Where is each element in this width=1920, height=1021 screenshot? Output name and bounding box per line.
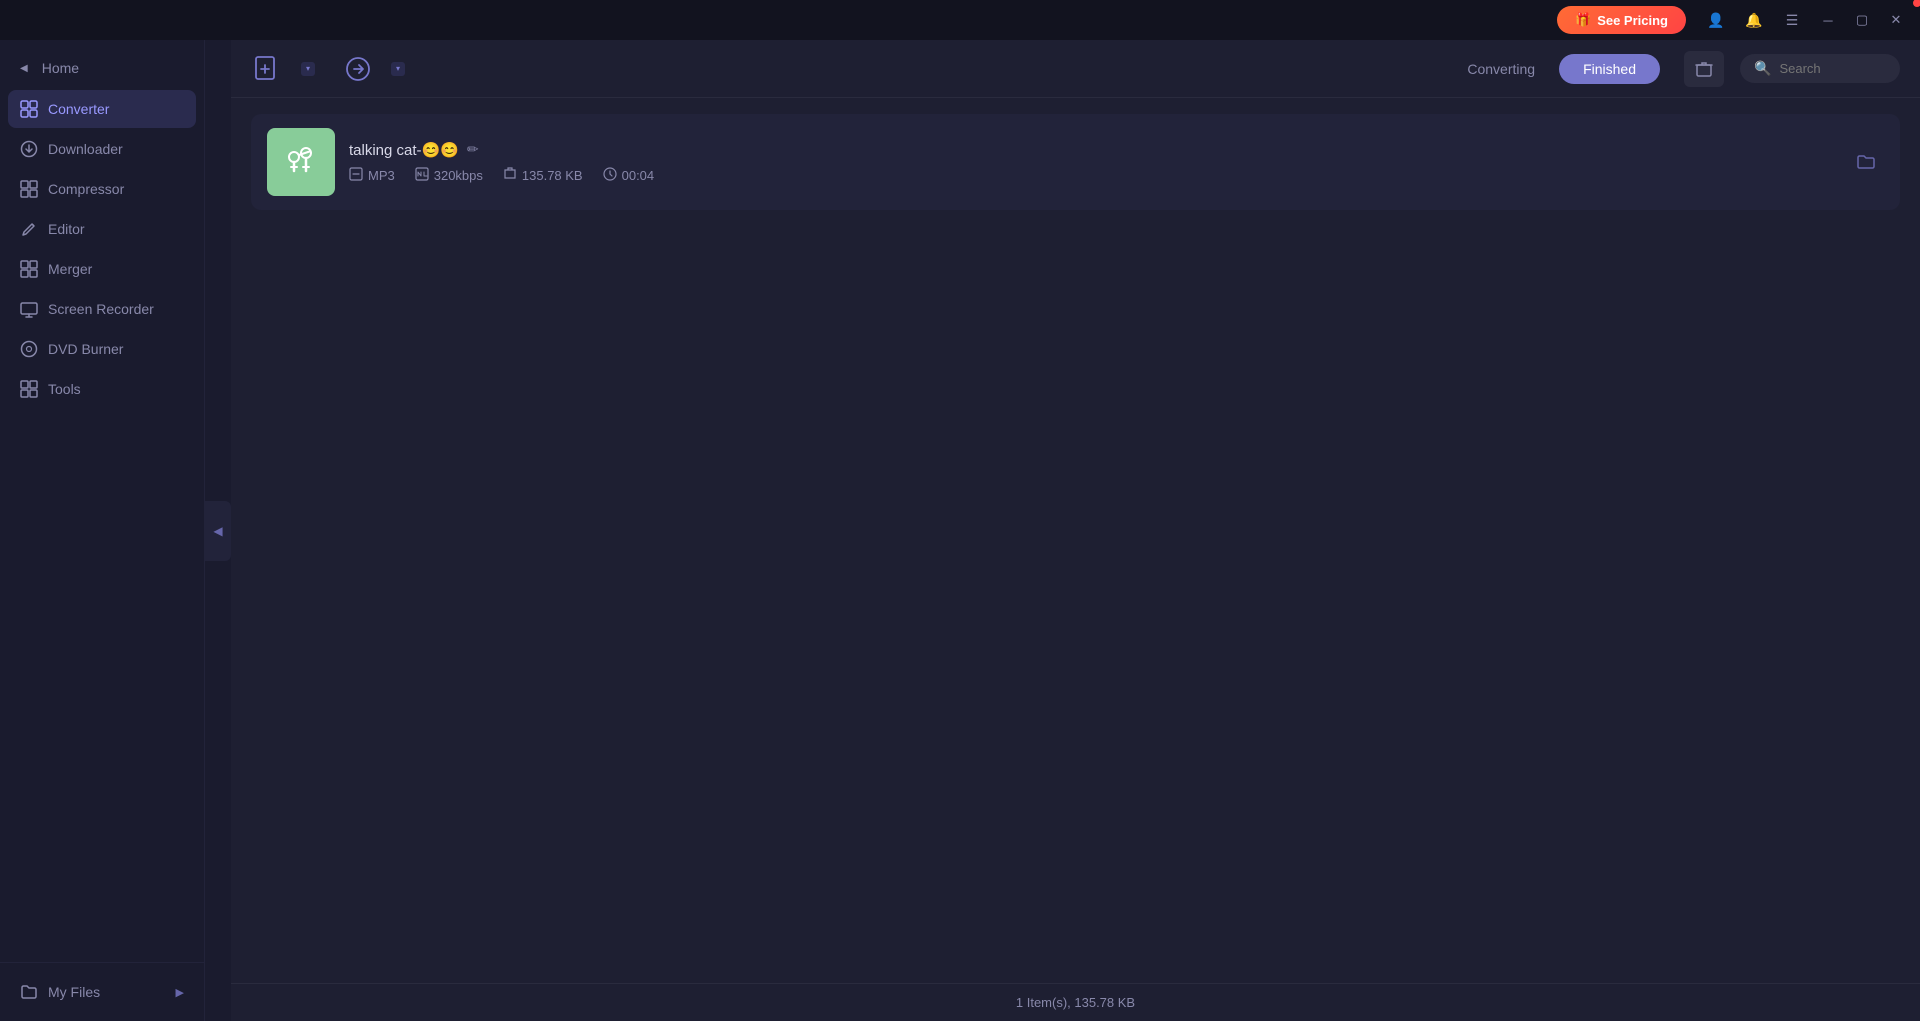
avatar-icon: 👤	[1707, 12, 1724, 29]
bitrate-value: 320kbps	[434, 168, 483, 183]
sidebar-item-screen-recorder[interactable]: Screen Recorder	[8, 290, 196, 328]
status-bar: 1 Item(s), 135.78 KB	[231, 983, 1920, 1021]
status-text: 1 Item(s), 135.78 KB	[1016, 995, 1135, 1010]
screen-recorder-label: Screen Recorder	[48, 301, 154, 317]
sidebar-item-downloader[interactable]: Downloader	[8, 130, 196, 168]
editor-label: Editor	[48, 221, 85, 237]
see-pricing-button[interactable]: 🎁 See Pricing	[1557, 6, 1686, 34]
content-header: ▾ ▾ Converting Finished	[231, 40, 1920, 98]
format-value: MP3	[368, 168, 395, 183]
merger-label: Merger	[48, 261, 92, 277]
user-avatar[interactable]: 👤	[1702, 6, 1730, 34]
my-files-item[interactable]: My Files ▶	[8, 973, 196, 1011]
sidebar-item-converter[interactable]: Converter	[8, 90, 196, 128]
title-bar: 🎁 See Pricing 👤 🔔 ☰ ─ ▢ ✕	[0, 0, 1920, 40]
editor-icon	[20, 220, 38, 238]
tools-label: Tools	[48, 381, 81, 397]
tab-group: Converting Finished	[1443, 54, 1660, 84]
dvd-burner-icon	[20, 340, 38, 358]
menu-icon[interactable]: ☰	[1778, 6, 1806, 34]
my-files-icon	[20, 983, 38, 1001]
tools-icon	[20, 380, 38, 398]
sidebar-item-compressor[interactable]: Compressor	[8, 170, 196, 208]
downloader-label: Downloader	[48, 141, 123, 157]
my-files-label: My Files	[48, 984, 100, 1000]
clear-button[interactable]	[1684, 51, 1724, 87]
maximize-button[interactable]: ▢	[1850, 8, 1874, 32]
file-meta: MP3 320kbps	[349, 167, 1834, 184]
converting-tab[interactable]: Converting	[1443, 54, 1559, 84]
gift-icon: 🎁	[1575, 12, 1591, 28]
sidebar-item-editor[interactable]: Editor	[8, 210, 196, 248]
convert-button[interactable]	[341, 52, 375, 86]
my-files-left: My Files	[20, 983, 100, 1001]
duration-value: 00:04	[622, 168, 655, 183]
size-value: 135.78 KB	[522, 168, 583, 183]
sidebar-item-merger[interactable]: Merger	[8, 250, 196, 288]
notification-dot	[1913, 0, 1920, 7]
file-info: talking cat-😊😊 ✏ MP3	[349, 141, 1834, 184]
compressor-label: Compressor	[48, 181, 124, 197]
duration-icon	[603, 167, 617, 184]
open-folder-button[interactable]	[1848, 144, 1884, 180]
file-thumbnail	[267, 128, 335, 196]
file-name: talking cat-😊😊	[349, 141, 459, 159]
see-pricing-label: See Pricing	[1597, 13, 1668, 28]
file-edit-icon[interactable]: ✏	[467, 141, 479, 158]
my-files-arrow-icon: ▶	[176, 986, 184, 999]
titlebar-icons: 👤 🔔 ☰ ─ ▢ ✕	[1702, 6, 1908, 34]
downloader-icon	[20, 140, 38, 158]
file-size: 135.78 KB	[503, 167, 583, 184]
content-area: ▾ ▾ Converting Finished	[231, 40, 1920, 1021]
merger-icon	[20, 260, 38, 278]
add-file-dropdown-arrow[interactable]: ▾	[301, 62, 315, 76]
search-input[interactable]	[1779, 61, 1879, 76]
dvd-burner-label: DVD Burner	[48, 341, 123, 357]
size-icon	[503, 167, 517, 184]
file-title-row: talking cat-😊😊 ✏	[349, 141, 1834, 159]
close-button[interactable]: ✕	[1884, 8, 1908, 32]
add-file-button[interactable]	[251, 52, 285, 86]
search-box: 🔍	[1740, 54, 1900, 83]
finished-tab[interactable]: Finished	[1559, 54, 1660, 84]
home-label: Home	[42, 60, 79, 76]
converter-label: Converter	[48, 101, 109, 117]
bitrate-icon	[415, 167, 429, 184]
sidebar-collapse-button[interactable]: ◀	[205, 501, 231, 561]
screen-recorder-icon	[20, 300, 38, 318]
back-arrow-icon: ◀	[20, 63, 28, 74]
file-duration: 00:04	[603, 167, 655, 184]
sidebar-footer: My Files ▶	[0, 962, 204, 1021]
file-bitrate: 320kbps	[415, 167, 483, 184]
sidebar-item-tools[interactable]: Tools	[8, 370, 196, 408]
sidebar-item-home[interactable]: ◀ Home	[8, 50, 196, 86]
app-body: ◀ Home Converter	[0, 40, 1920, 1021]
bell-icon[interactable]: 🔔	[1740, 6, 1768, 34]
search-icon: 🔍	[1754, 60, 1771, 77]
file-item: talking cat-😊😊 ✏ MP3	[251, 114, 1900, 210]
format-icon	[349, 167, 363, 184]
sidebar-item-dvd-burner[interactable]: DVD Burner	[8, 330, 196, 368]
sidebar: ◀ Home Converter	[0, 40, 205, 1021]
converter-icon	[20, 100, 38, 118]
file-format: MP3	[349, 167, 395, 184]
convert-dropdown-arrow[interactable]: ▾	[391, 62, 405, 76]
compressor-icon	[20, 180, 38, 198]
file-list: talking cat-😊😊 ✏ MP3	[231, 98, 1920, 983]
sidebar-nav: ◀ Home Converter	[0, 50, 204, 962]
minimize-button[interactable]: ─	[1816, 8, 1840, 32]
